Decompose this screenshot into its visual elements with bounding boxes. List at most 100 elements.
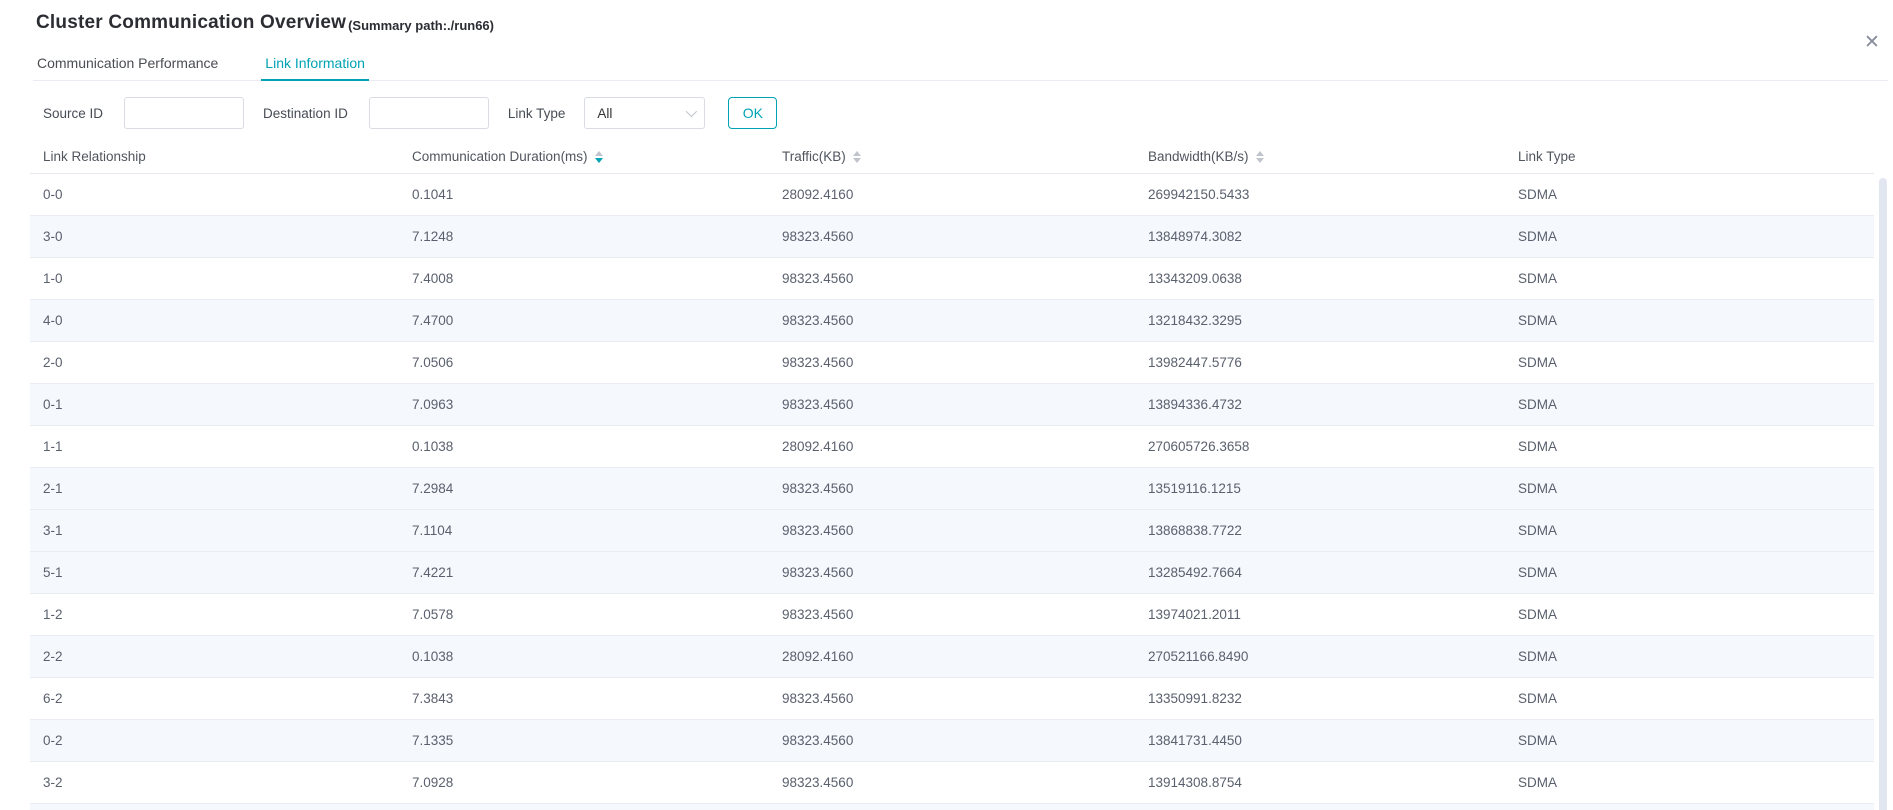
sort-icon-communication-duration[interactable]: [595, 151, 603, 163]
caret-up-icon: [853, 151, 861, 156]
cell-link-relationship: 0-0: [30, 174, 399, 215]
cell-traffic: 98323.4560: [769, 510, 1135, 551]
column-header-communication-duration[interactable]: Communication Duration(ms): [399, 140, 769, 173]
cell-link-relationship: 0-2: [30, 720, 399, 761]
summary-path-subtitle: (Summary path:./run66): [348, 18, 494, 34]
table-header-row: Link Relationship Communication Duration…: [30, 140, 1874, 174]
cell-traffic: 98323.4560: [769, 678, 1135, 719]
sort-icon-bandwidth[interactable]: [1256, 151, 1264, 163]
cell-link-relationship: 1-2: [30, 594, 399, 635]
page-title: Cluster Communication Overview: [36, 12, 346, 34]
cell-link-relationship: 0-1: [30, 384, 399, 425]
tab-communication-performance[interactable]: Communication Performance: [33, 52, 222, 81]
caret-up-icon: [1256, 151, 1264, 156]
cell-link-type: SDMA: [1505, 720, 1874, 761]
table-row: 6-2 7.3843 98323.4560 13350991.8232 SDMA: [30, 678, 1874, 720]
cell-traffic: 98323.4560: [769, 216, 1135, 257]
ok-button[interactable]: OK: [728, 97, 777, 129]
link-type-select[interactable]: All: [584, 97, 705, 129]
chevron-down-icon: [686, 106, 697, 117]
column-header-link-type: Link Type: [1505, 140, 1874, 173]
cell-communication-duration: 7.0928: [399, 762, 769, 803]
cell-communication-duration: 7.1248: [399, 216, 769, 257]
cell-bandwidth: 13285492.7664: [1135, 552, 1505, 593]
table-row: 0-1 7.0963 98323.4560 13894336.4732 SDMA: [30, 384, 1874, 426]
cell-bandwidth: 13914308.8754: [1135, 762, 1505, 803]
cell-link-relationship: 2-0: [30, 342, 399, 383]
cell-communication-duration: 0.1038: [399, 426, 769, 467]
column-header-bandwidth[interactable]: Bandwidth(KB/s): [1135, 140, 1505, 173]
cell-traffic: 98323.4560: [769, 258, 1135, 299]
cell-communication-duration: 7.0506: [399, 342, 769, 383]
cell-bandwidth: 13519116.1215: [1135, 468, 1505, 509]
cell-bandwidth: 13841731.4450: [1135, 720, 1505, 761]
destination-id-input[interactable]: [369, 97, 489, 129]
partial-next-row: [30, 804, 1874, 810]
cluster-communication-overview-dialog: Cluster Communication Overview (Summary …: [0, 0, 1893, 810]
cell-link-relationship: 3-1: [30, 510, 399, 551]
table-body: 0-0 0.1041 28092.4160 269942150.5433 SDM…: [30, 174, 1874, 804]
cell-link-type: SDMA: [1505, 678, 1874, 719]
cell-bandwidth: 13974021.2011: [1135, 594, 1505, 635]
cell-communication-duration: 7.3843: [399, 678, 769, 719]
cell-communication-duration: 7.4008: [399, 258, 769, 299]
caret-down-icon: [1256, 158, 1264, 163]
table-row: 2-1 7.2984 98323.4560 13519116.1215 SDMA: [30, 468, 1874, 510]
table-row: 2-0 7.0506 98323.4560 13982447.5776 SDMA: [30, 342, 1874, 384]
cell-link-type: SDMA: [1505, 468, 1874, 509]
cell-link-type: SDMA: [1505, 342, 1874, 383]
cell-bandwidth: 270521166.8490: [1135, 636, 1505, 677]
cell-bandwidth: 13982447.5776: [1135, 342, 1505, 383]
table-row: 0-0 0.1041 28092.4160 269942150.5433 SDM…: [30, 174, 1874, 216]
cell-link-relationship: 3-0: [30, 216, 399, 257]
cell-communication-duration: 7.1335: [399, 720, 769, 761]
caret-down-icon: [595, 158, 603, 163]
source-id-input[interactable]: [124, 97, 244, 129]
cell-bandwidth: 13868838.7722: [1135, 510, 1505, 551]
cell-traffic: 28092.4160: [769, 636, 1135, 677]
column-header-traffic[interactable]: Traffic(KB): [769, 140, 1135, 173]
table-row: 2-2 0.1038 28092.4160 270521166.8490 SDM…: [30, 636, 1874, 678]
cell-link-type: SDMA: [1505, 552, 1874, 593]
caret-up-icon: [595, 151, 603, 156]
link-type-label: Link Type: [508, 106, 566, 121]
cell-traffic: 98323.4560: [769, 762, 1135, 803]
cell-link-type: SDMA: [1505, 384, 1874, 425]
cell-link-type: SDMA: [1505, 510, 1874, 551]
vertical-scrollbar-thumb[interactable]: [1879, 178, 1887, 810]
cell-traffic: 98323.4560: [769, 384, 1135, 425]
cell-link-type: SDMA: [1505, 636, 1874, 677]
cell-communication-duration: 7.4221: [399, 552, 769, 593]
table-row: 3-2 7.0928 98323.4560 13914308.8754 SDMA: [30, 762, 1874, 804]
table-row: 4-0 7.4700 98323.4560 13218432.3295 SDMA: [30, 300, 1874, 342]
dialog-header: Cluster Communication Overview (Summary …: [36, 12, 494, 34]
table-row: 1-1 0.1038 28092.4160 270605726.3658 SDM…: [30, 426, 1874, 468]
filter-bar: Source ID Destination ID Link Type All O…: [43, 97, 777, 129]
tab-bar: Communication Performance Link Informati…: [33, 52, 1888, 81]
cell-traffic: 28092.4160: [769, 174, 1135, 215]
cell-link-relationship: 1-0: [30, 258, 399, 299]
table-row: 0-2 7.1335 98323.4560 13841731.4450 SDMA: [30, 720, 1874, 762]
link-type-selected-value: All: [597, 106, 612, 121]
table-row: 1-2 7.0578 98323.4560 13974021.2011 SDMA: [30, 594, 1874, 636]
cell-bandwidth: 269942150.5433: [1135, 174, 1505, 215]
sort-icon-traffic[interactable]: [853, 151, 861, 163]
cell-communication-duration: 7.0963: [399, 384, 769, 425]
cell-link-relationship: 1-1: [30, 426, 399, 467]
tab-link-information[interactable]: Link Information: [261, 52, 369, 81]
cell-traffic: 98323.4560: [769, 552, 1135, 593]
cell-link-relationship: 2-1: [30, 468, 399, 509]
cell-communication-duration: 7.1104: [399, 510, 769, 551]
cell-communication-duration: 0.1038: [399, 636, 769, 677]
cell-traffic: 98323.4560: [769, 720, 1135, 761]
cell-link-relationship: 2-2: [30, 636, 399, 677]
cell-link-type: SDMA: [1505, 300, 1874, 341]
cell-link-relationship: 5-1: [30, 552, 399, 593]
source-id-label: Source ID: [43, 106, 103, 121]
table-row: 5-1 7.4221 98323.4560 13285492.7664 SDMA: [30, 552, 1874, 594]
cell-bandwidth: 13343209.0638: [1135, 258, 1505, 299]
link-information-table: Link Relationship Communication Duration…: [30, 140, 1874, 810]
cell-bandwidth: 13218432.3295: [1135, 300, 1505, 341]
table-row: 3-0 7.1248 98323.4560 13848974.3082 SDMA: [30, 216, 1874, 258]
cell-link-type: SDMA: [1505, 762, 1874, 803]
